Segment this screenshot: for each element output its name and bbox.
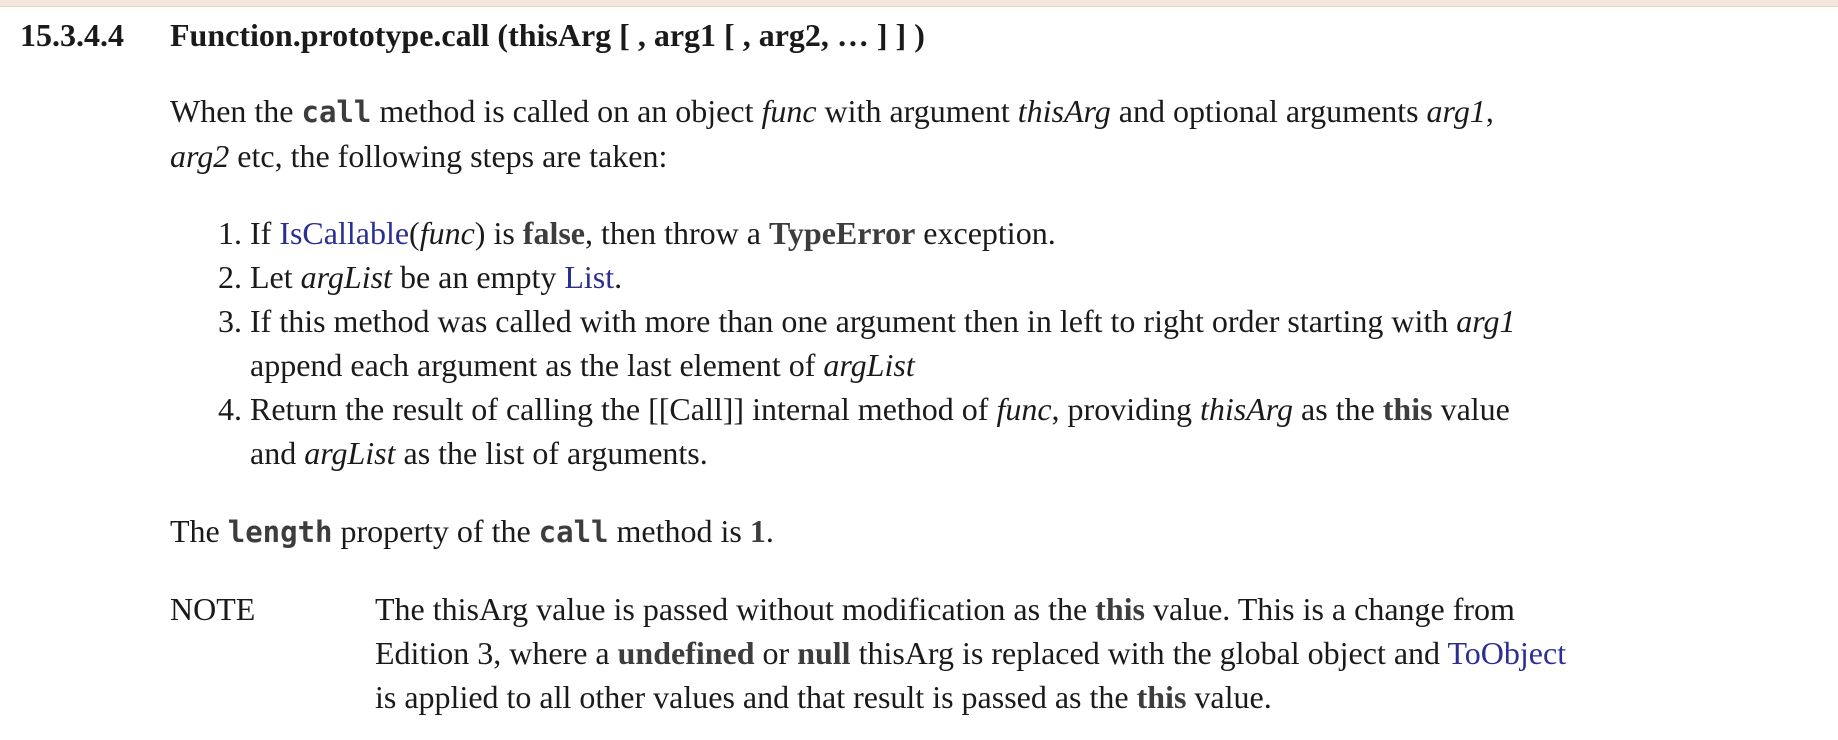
step-number: 4.	[218, 391, 242, 427]
text: Let	[250, 259, 301, 295]
text: Edition 3, where a	[375, 635, 618, 671]
code-length: length	[227, 515, 333, 549]
code-call: call	[301, 95, 372, 129]
text: value.	[1186, 679, 1272, 715]
text: If	[250, 215, 280, 251]
text: (	[409, 215, 420, 251]
text: When the	[170, 93, 302, 129]
var-func: func	[996, 391, 1052, 427]
length-paragraph: The length property of the call method i…	[170, 509, 1770, 554]
code-call: call	[538, 515, 609, 549]
var-func: func	[761, 93, 817, 129]
text: and	[250, 435, 305, 471]
steps-list: 1. If IsCallable(func) is false, then thr…	[170, 211, 1770, 475]
step-number: 3.	[218, 303, 242, 339]
text: or	[754, 635, 798, 671]
step-2: 2. Let argList be an empty List.	[170, 255, 1770, 299]
keyword-null: null	[797, 635, 851, 671]
step-number: 2.	[218, 259, 242, 295]
text: , then throw a	[585, 215, 769, 251]
link-list[interactable]: List	[564, 259, 614, 295]
top-border	[0, 0, 1838, 7]
text: method is	[608, 513, 750, 549]
text: exception.	[915, 215, 1056, 251]
spec-page: 15.3.4.4 Function.prototype.call (thisArg…	[0, 7, 1838, 740]
text: etc, the following steps are taken:	[229, 138, 668, 174]
var-arglist: argList	[823, 347, 915, 383]
text: and optional arguments	[1110, 93, 1427, 129]
note-label: NOTE	[170, 591, 256, 627]
text: .	[614, 259, 623, 295]
keyword-false: false	[522, 215, 585, 251]
var-arglist: argList	[300, 259, 392, 295]
length-value: 1	[749, 513, 766, 549]
keyword-this: this	[1136, 679, 1187, 715]
text: Return the result of calling the [[Call]…	[250, 391, 997, 427]
text: as the list of arguments.	[395, 435, 708, 471]
step-4: 4. Return the result of calling the [[Cal…	[170, 387, 1770, 475]
text: is applied to all other values and that …	[375, 679, 1137, 715]
var-arglist: argList	[304, 435, 396, 471]
text: If this method was called with more than…	[250, 303, 1457, 339]
section-title: Function.prototype.call (thisArg [ , arg…	[170, 17, 925, 53]
text: ) is	[474, 215, 523, 251]
keyword-this: this	[1095, 591, 1145, 627]
note-body: The thisArg value is passed without modi…	[375, 587, 1770, 719]
var-thisarg: thisArg	[1199, 391, 1294, 427]
text: The	[170, 513, 228, 549]
text: with argument	[816, 93, 1018, 129]
section-heading: 15.3.4.4 Function.prototype.call (thisArg…	[20, 15, 925, 55]
intro-paragraph: When the call method is called on an obj…	[170, 89, 1770, 178]
text: .	[765, 513, 774, 549]
keyword-this: this	[1382, 391, 1433, 427]
text: property of the	[332, 513, 539, 549]
text: , providing	[1051, 391, 1200, 427]
link-toobject[interactable]: ToObject	[1447, 635, 1566, 671]
step-1: 1. If IsCallable(func) is false, then thr…	[170, 211, 1770, 255]
text: append each argument as the last element…	[250, 347, 824, 383]
text: thisArg is replaced with the global obje…	[850, 635, 1448, 671]
section-number: 15.3.4.4	[20, 17, 124, 53]
keyword-typeerror: TypeError	[768, 215, 916, 251]
text: value. This is a change from	[1144, 591, 1515, 627]
text: ,	[1485, 93, 1494, 129]
text: method is called on an object	[371, 93, 762, 129]
var-arg1: arg1	[1426, 93, 1486, 129]
step-number: 1.	[218, 215, 242, 251]
link-iscallable[interactable]: IsCallable	[279, 215, 409, 251]
text: value	[1432, 391, 1510, 427]
text: be an empty	[391, 259, 565, 295]
var-thisarg: thisArg	[1017, 93, 1111, 129]
var-func: func	[419, 215, 475, 251]
var-arg2: arg2	[170, 138, 230, 174]
text: as the	[1293, 391, 1383, 427]
step-3: 3. If this method was called with more th…	[170, 299, 1770, 387]
keyword-undefined: undefined	[617, 635, 755, 671]
var-arg1: arg1	[1456, 303, 1516, 339]
text: The thisArg value is passed without modi…	[375, 591, 1096, 627]
